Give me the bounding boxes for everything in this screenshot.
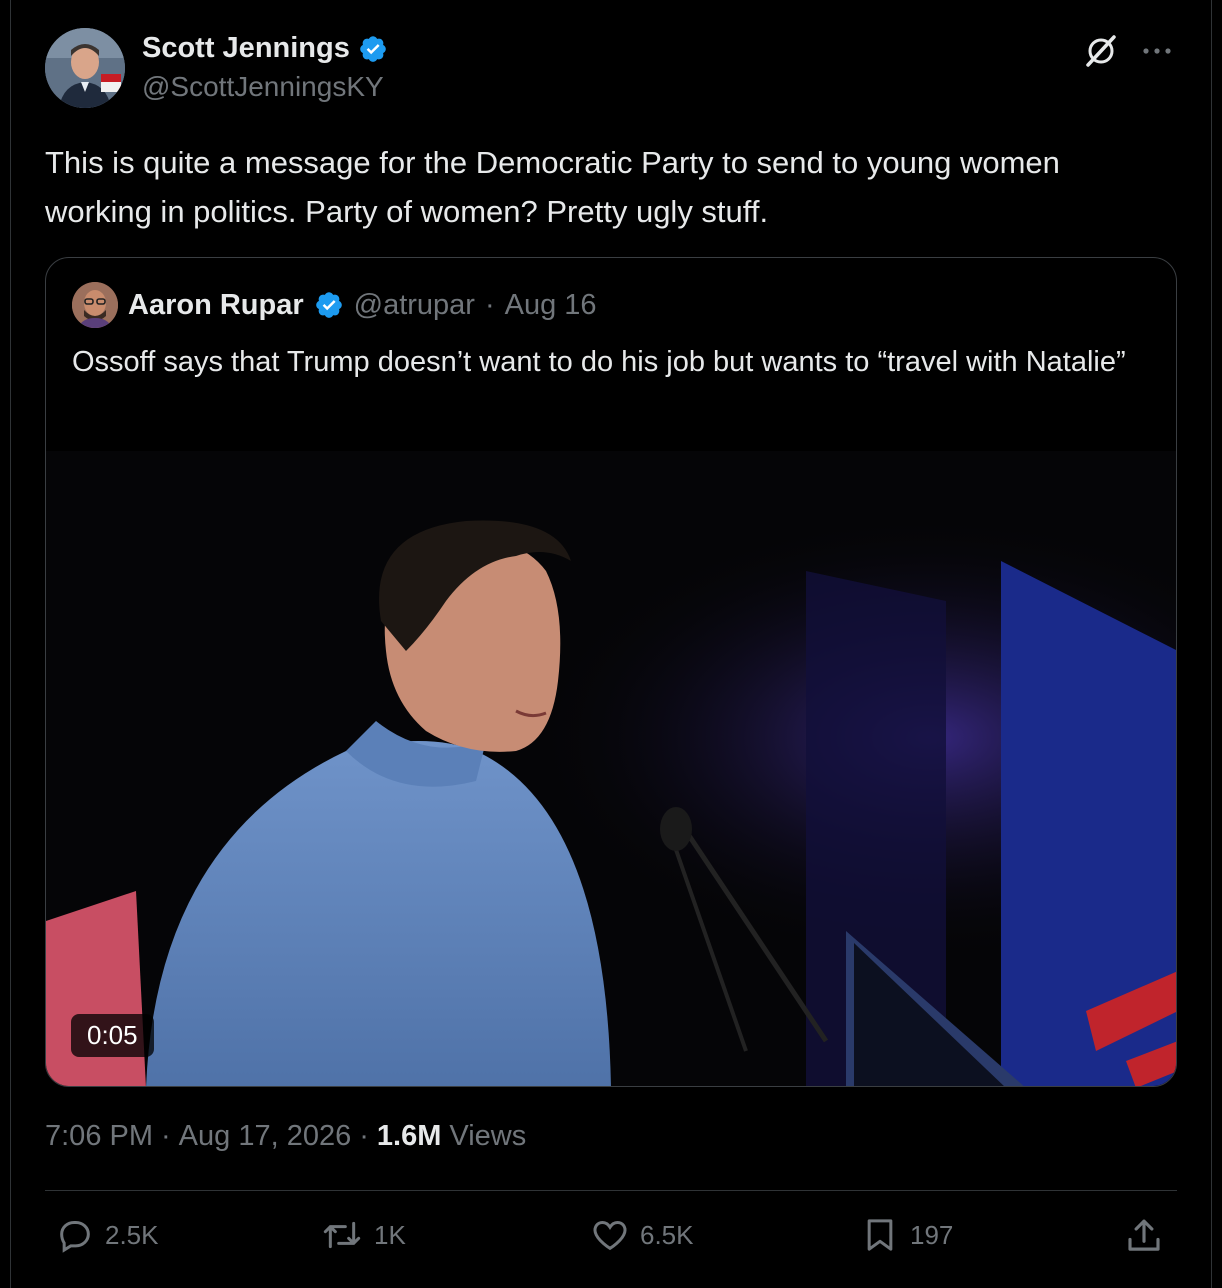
tweet-meta: 7:06 PM · Aug 17, 2026 · 1.6M Views bbox=[45, 1120, 526, 1153]
repost-icon bbox=[323, 1221, 361, 1249]
quoted-verified-badge-icon bbox=[314, 290, 344, 320]
like-count: 6.5K bbox=[640, 1219, 694, 1250]
quoted-separator: · bbox=[484, 288, 495, 321]
tweet-text: This is quite a message for the Democrat… bbox=[45, 145, 1060, 229]
grok-icon[interactable] bbox=[1082, 32, 1120, 70]
share-button[interactable] bbox=[1123, 1215, 1165, 1257]
meta-separator: · bbox=[161, 1120, 171, 1152]
quoted-video[interactable]: 0:05 bbox=[46, 451, 1176, 1086]
header-actions bbox=[1082, 32, 1172, 70]
action-bar: 2.5K 1K 6.5K 197 bbox=[45, 1215, 1177, 1267]
meta-separator-2: · bbox=[359, 1120, 369, 1152]
views-count: 1.6M bbox=[376, 1120, 442, 1152]
quoted-author-avatar[interactable] bbox=[72, 282, 118, 328]
reply-button[interactable]: 2.5K bbox=[55, 1215, 159, 1255]
bookmark-icon bbox=[867, 1219, 893, 1251]
quoted-text: Ossoff says that Trump doesn’t want to d… bbox=[72, 346, 1126, 378]
video-duration: 0:05 bbox=[71, 1014, 154, 1057]
author-display-name[interactable]: Scott Jennings bbox=[142, 32, 350, 65]
like-button[interactable]: 6.5K bbox=[590, 1215, 694, 1255]
quoted-handle[interactable]: @atrupar bbox=[354, 289, 475, 322]
author-avatar[interactable] bbox=[45, 28, 125, 108]
author-names: Scott Jennings @ScottJenningsKY bbox=[142, 32, 388, 103]
share-icon bbox=[1128, 1219, 1160, 1251]
video-thumbnail bbox=[46, 451, 1176, 1086]
repost-button[interactable]: 1K bbox=[320, 1215, 406, 1255]
tweet-header: Scott Jennings @ScottJenningsKY bbox=[45, 28, 1180, 108]
bookmark-button[interactable]: 197 bbox=[860, 1215, 953, 1255]
views-label: Views bbox=[449, 1120, 527, 1152]
more-options-icon[interactable] bbox=[1142, 46, 1172, 56]
heart-icon bbox=[593, 1220, 627, 1251]
author-handle[interactable]: @ScottJenningsKY bbox=[142, 71, 388, 103]
verified-badge-icon bbox=[358, 34, 388, 64]
quoted-date[interactable]: Aug 16 bbox=[505, 289, 597, 322]
tweet-date[interactable]: Aug 17, 2026 bbox=[179, 1120, 352, 1153]
quoted-tweet[interactable]: Aaron Rupar @atrupar · Aug 16 Ossoff say… bbox=[45, 257, 1177, 1087]
tweet-time[interactable]: 7:06 PM bbox=[45, 1120, 153, 1153]
quoted-display-name[interactable]: Aaron Rupar bbox=[128, 289, 304, 322]
bookmark-count: 197 bbox=[910, 1219, 954, 1250]
quoted-header: Aaron Rupar @atrupar · Aug 16 bbox=[72, 282, 597, 328]
repost-count: 1K bbox=[374, 1219, 406, 1250]
reply-count: 2.5K bbox=[105, 1219, 159, 1250]
divider bbox=[45, 1190, 1177, 1191]
reply-icon bbox=[60, 1221, 90, 1253]
